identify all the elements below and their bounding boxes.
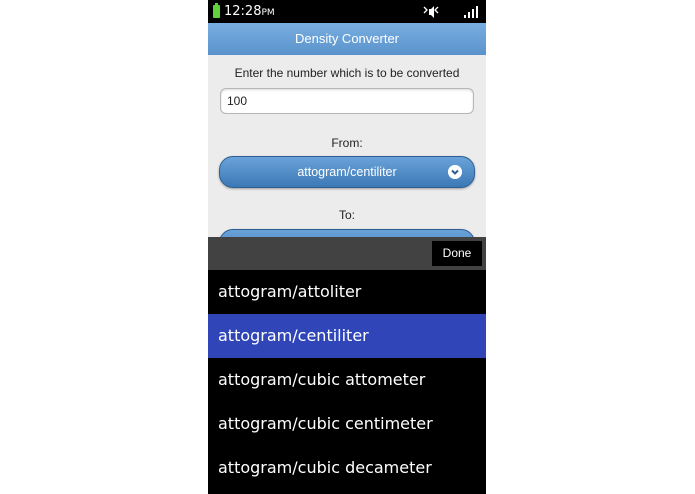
from-unit-value: attogram/centiliter <box>297 165 397 179</box>
signal-icon <box>464 6 478 18</box>
picker-toolbar: Done <box>208 237 486 270</box>
battery-icon <box>213 3 220 18</box>
picker-item-cubic-attometer[interactable]: attogram/cubic attometer <box>208 358 486 402</box>
picker-item-cubic-centimeter[interactable]: attogram/cubic centimeter <box>208 402 486 446</box>
app-title: Density Converter <box>294 31 400 46</box>
status-clock: 12:28PM <box>224 4 275 21</box>
done-button[interactable]: Done <box>432 241 482 266</box>
status-bar: 12:28PM <box>208 0 486 23</box>
picker-item-centiliter[interactable]: attogram/centiliter <box>208 314 486 358</box>
amount-input[interactable] <box>220 88 474 114</box>
from-label: From: <box>331 136 363 150</box>
picker-list[interactable]: attogram/attoliter attogram/centiliter a… <box>208 270 486 494</box>
from-unit-select[interactable]: attogram/centiliter <box>219 156 475 188</box>
mute-icon <box>423 6 439 18</box>
clock-ampm: PM <box>261 8 275 18</box>
chevron-down-icon <box>448 165 462 179</box>
picker-item-attoliter[interactable]: attogram/attoliter <box>208 270 486 314</box>
picker-item-cubic-decameter[interactable]: attogram/cubic decameter <box>208 446 486 490</box>
app-title-bar: Density Converter <box>208 23 486 55</box>
to-label: To: <box>338 208 355 222</box>
clock-time: 12:28 <box>224 4 262 19</box>
phone-screen: 12:28PM Density Converter Enter the numb… <box>208 0 486 494</box>
input-label: Enter the number which is to be converte… <box>234 66 460 80</box>
